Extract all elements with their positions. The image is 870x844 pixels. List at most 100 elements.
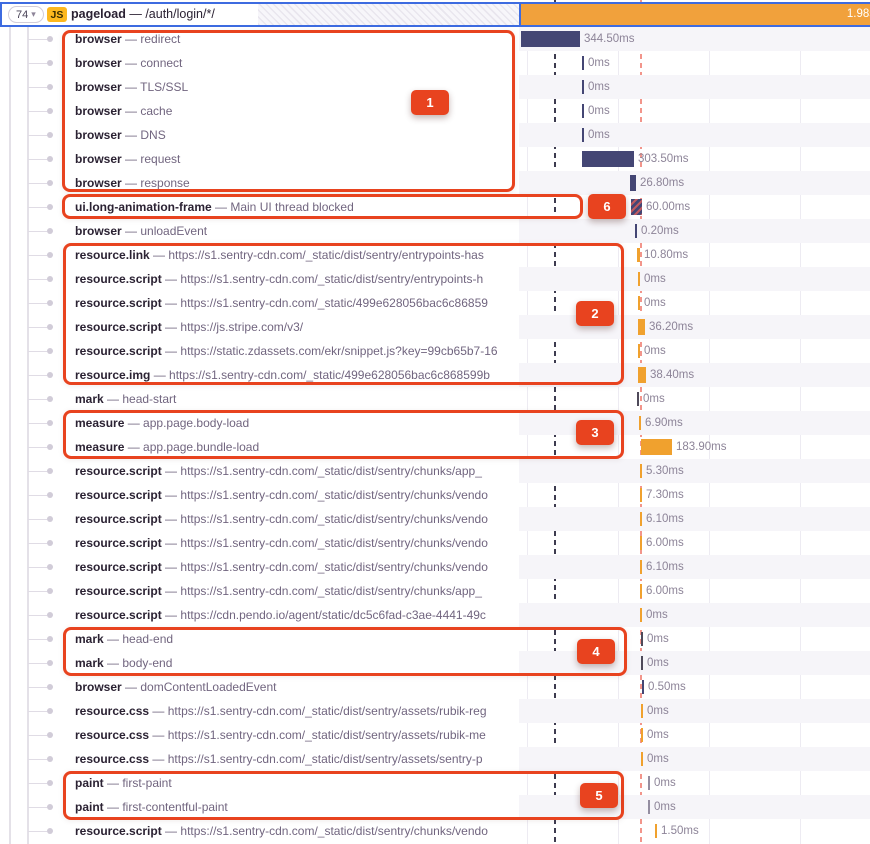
span-name: browser — connect xyxy=(75,51,516,75)
span-duration-bar[interactable] xyxy=(582,104,584,118)
span-row[interactable]: resource.script — https://s1.sentry-cdn.… xyxy=(0,459,870,483)
span-duration-bar[interactable] xyxy=(641,656,643,670)
span-row[interactable]: resource.script — https://s1.sentry-cdn.… xyxy=(0,267,870,291)
span-duration-bar[interactable] xyxy=(655,824,657,838)
span-name: resource.script — https://s1.sentry-cdn.… xyxy=(75,459,516,483)
span-duration-bar[interactable] xyxy=(641,728,643,742)
span-description: https://s1.sentry-cdn.com/_static/dist/s… xyxy=(180,488,487,502)
span-row[interactable]: resource.css — https://s1.sentry-cdn.com… xyxy=(0,747,870,771)
span-row[interactable]: measure — app.page.body-load6.90ms xyxy=(0,411,870,435)
span-row[interactable]: resource.script — https://cdn.pendo.io/a… xyxy=(0,603,870,627)
span-duration-bar[interactable] xyxy=(638,272,640,286)
span-duration-bar[interactable] xyxy=(640,464,642,478)
span-duration-bar[interactable] xyxy=(639,416,641,430)
span-row[interactable]: resource.script — https://s1.sentry-cdn.… xyxy=(0,291,870,315)
span-row[interactable]: resource.script — https://s1.sentry-cdn.… xyxy=(0,819,870,843)
span-duration-bar[interactable] xyxy=(648,800,650,814)
span-row[interactable]: resource.script — https://s1.sentry-cdn.… xyxy=(0,555,870,579)
span-row[interactable]: resource.css — https://s1.sentry-cdn.com… xyxy=(0,723,870,747)
span-duration-bar[interactable] xyxy=(640,584,642,598)
span-row[interactable]: browser — connect0ms xyxy=(0,51,870,75)
span-row[interactable]: browser — request303.50ms xyxy=(0,147,870,171)
span-row[interactable]: resource.script — https://s1.sentry-cdn.… xyxy=(0,579,870,603)
pageload-row[interactable]: 74 ▾ JS pageload — /auth/login/*/ 1.98s xyxy=(0,2,870,27)
span-description: https://s1.sentry-cdn.com/_static/dist/s… xyxy=(168,248,483,262)
span-description: https://s1.sentry-cdn.com/_static/dist/s… xyxy=(180,824,487,838)
span-op: mark xyxy=(75,656,104,670)
span-separator: — xyxy=(124,416,143,430)
tree-connector xyxy=(28,39,47,41)
span-description: https://s1.sentry-cdn.com/_static/dist/s… xyxy=(180,512,487,526)
span-duration-bar[interactable] xyxy=(640,560,642,574)
span-duration-bar[interactable] xyxy=(582,151,634,167)
span-row[interactable]: paint — first-paint0ms xyxy=(0,771,870,795)
span-row[interactable]: mark — head-end0ms xyxy=(0,627,870,651)
span-row[interactable]: measure — app.page.bundle-load 183.90ms xyxy=(0,435,870,459)
waterfall-lane xyxy=(519,243,870,267)
span-row[interactable]: browser — response26.80ms xyxy=(0,171,870,195)
span-duration-bar[interactable] xyxy=(641,704,643,718)
tree-connector xyxy=(28,759,47,761)
span-row[interactable]: resource.script — https://static.zdasset… xyxy=(0,339,870,363)
span-duration-bar[interactable] xyxy=(648,776,650,790)
span-row[interactable]: paint — first-contentful-paint0ms xyxy=(0,795,870,819)
span-duration-bar[interactable] xyxy=(582,128,584,142)
span-duration-bar[interactable] xyxy=(630,175,636,191)
span-duration-bar[interactable] xyxy=(637,392,639,406)
span-row[interactable]: mark — body-end0ms xyxy=(0,651,870,675)
span-duration-label: 0ms xyxy=(644,291,666,315)
span-row[interactable]: browser — DNS0ms xyxy=(0,123,870,147)
row-count-toggle[interactable]: 74 ▾ xyxy=(8,6,44,23)
span-op: resource.script xyxy=(75,536,162,550)
span-duration-label: 0ms xyxy=(644,267,666,291)
span-duration-bar[interactable] xyxy=(640,488,642,502)
span-op: browser xyxy=(75,152,122,166)
span-row[interactable]: browser — TLS/SSL0ms xyxy=(0,75,870,99)
span-duration-bar[interactable] xyxy=(637,248,640,262)
span-duration-bar[interactable] xyxy=(638,344,640,358)
span-duration-bar[interactable] xyxy=(635,224,637,238)
span-duration-bar[interactable] xyxy=(521,31,580,47)
span-row[interactable]: browser — domContentLoadedEvent0.50ms xyxy=(0,675,870,699)
span-name: mark — head-end xyxy=(75,627,516,651)
span-op: browser xyxy=(75,104,122,118)
span-row[interactable]: resource.script — https://s1.sentry-cdn.… xyxy=(0,483,870,507)
span-duration-bar[interactable] xyxy=(642,680,644,694)
span-duration-bar[interactable] xyxy=(640,512,642,526)
span-duration-bar[interactable] xyxy=(582,80,584,94)
span-row[interactable]: resource.css — https://s1.sentry-cdn.com… xyxy=(0,699,870,723)
span-op: measure xyxy=(75,440,124,454)
chevron-down-icon: ▾ xyxy=(31,9,36,20)
span-duration-bar[interactable] xyxy=(640,608,642,622)
span-separator: — xyxy=(104,656,123,670)
tree-node-dot xyxy=(47,828,53,834)
span-row[interactable]: resource.img — https://s1.sentry-cdn.com… xyxy=(0,363,870,387)
span-duration-bar[interactable] xyxy=(638,296,640,310)
waterfall-lane xyxy=(519,723,870,747)
span-row[interactable]: resource.script — https://js.stripe.com/… xyxy=(0,315,870,339)
pageload-duration-bar[interactable]: 1.98s xyxy=(521,4,870,25)
span-duration-bar[interactable] xyxy=(641,632,643,646)
span-row[interactable]: mark — head-start0ms xyxy=(0,387,870,411)
span-name: resource.css — https://s1.sentry-cdn.com… xyxy=(75,699,516,723)
span-row[interactable]: browser — unloadEvent0.20ms xyxy=(0,219,870,243)
span-duration-label: 183.90ms xyxy=(676,435,727,459)
span-duration-bar[interactable] xyxy=(638,319,645,335)
span-row[interactable]: browser — cache0ms xyxy=(0,99,870,123)
span-duration-label: 38.40ms xyxy=(650,363,694,387)
span-description: response xyxy=(140,176,189,190)
span-duration-bar[interactable] xyxy=(640,536,642,550)
span-duration-bar[interactable] xyxy=(641,752,643,766)
span-row[interactable]: browser — redirect344.50ms xyxy=(0,27,870,51)
span-duration-bar[interactable] xyxy=(641,439,672,455)
span-duration-bar[interactable] xyxy=(638,367,646,383)
span-op: browser xyxy=(75,56,122,70)
span-separator: — xyxy=(122,56,141,70)
span-row[interactable]: ui.long-animation-frame — Main UI thread… xyxy=(0,195,870,219)
span-row[interactable]: resource.script — https://s1.sentry-cdn.… xyxy=(0,531,870,555)
span-duration-bar[interactable] xyxy=(582,56,584,70)
span-duration-bar[interactable] xyxy=(631,199,642,215)
span-row[interactable]: resource.script — https://s1.sentry-cdn.… xyxy=(0,507,870,531)
span-row[interactable]: resource.link — https://s1.sentry-cdn.co… xyxy=(0,243,870,267)
span-name: measure — app.page.bundle-load xyxy=(75,435,516,459)
